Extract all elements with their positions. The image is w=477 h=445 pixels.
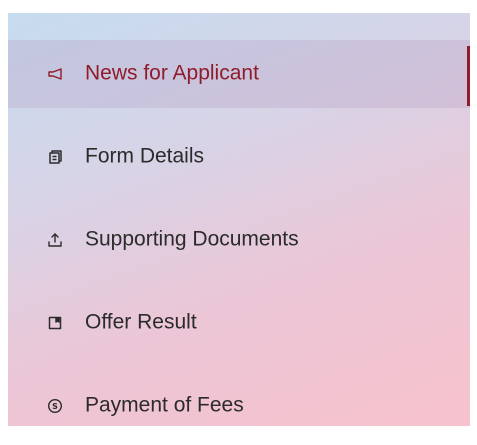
- sidebar-nav: News for Applicant Form Details Supporti…: [8, 40, 470, 426]
- sidebar-item-offer-result[interactable]: Offer Result: [8, 289, 470, 357]
- sidebar-item-news-for-applicant[interactable]: News for Applicant: [8, 40, 470, 108]
- sidebar: News for Applicant Form Details Supporti…: [8, 13, 470, 426]
- sidebar-item-form-details[interactable]: Form Details: [8, 123, 470, 191]
- svg-text:S: S: [52, 402, 58, 411]
- clipboard-icon: [46, 148, 64, 166]
- megaphone-icon: [46, 65, 64, 83]
- bookmark-icon: [46, 314, 64, 332]
- sidebar-item-label: Offer Result: [85, 310, 197, 334]
- sidebar-item-label: Payment of Fees: [85, 393, 244, 417]
- sidebar-item-payment-of-fees[interactable]: S Payment of Fees: [8, 372, 470, 426]
- sidebar-item-label: Form Details: [85, 144, 205, 168]
- dollar-circle-icon: S: [46, 397, 64, 415]
- sidebar-item-label: News for Applicant: [85, 61, 259, 85]
- upload-icon: [46, 231, 64, 249]
- sidebar-item-supporting-documents[interactable]: Supporting Documents: [8, 206, 470, 274]
- sidebar-item-label: Supporting Documents: [85, 227, 299, 251]
